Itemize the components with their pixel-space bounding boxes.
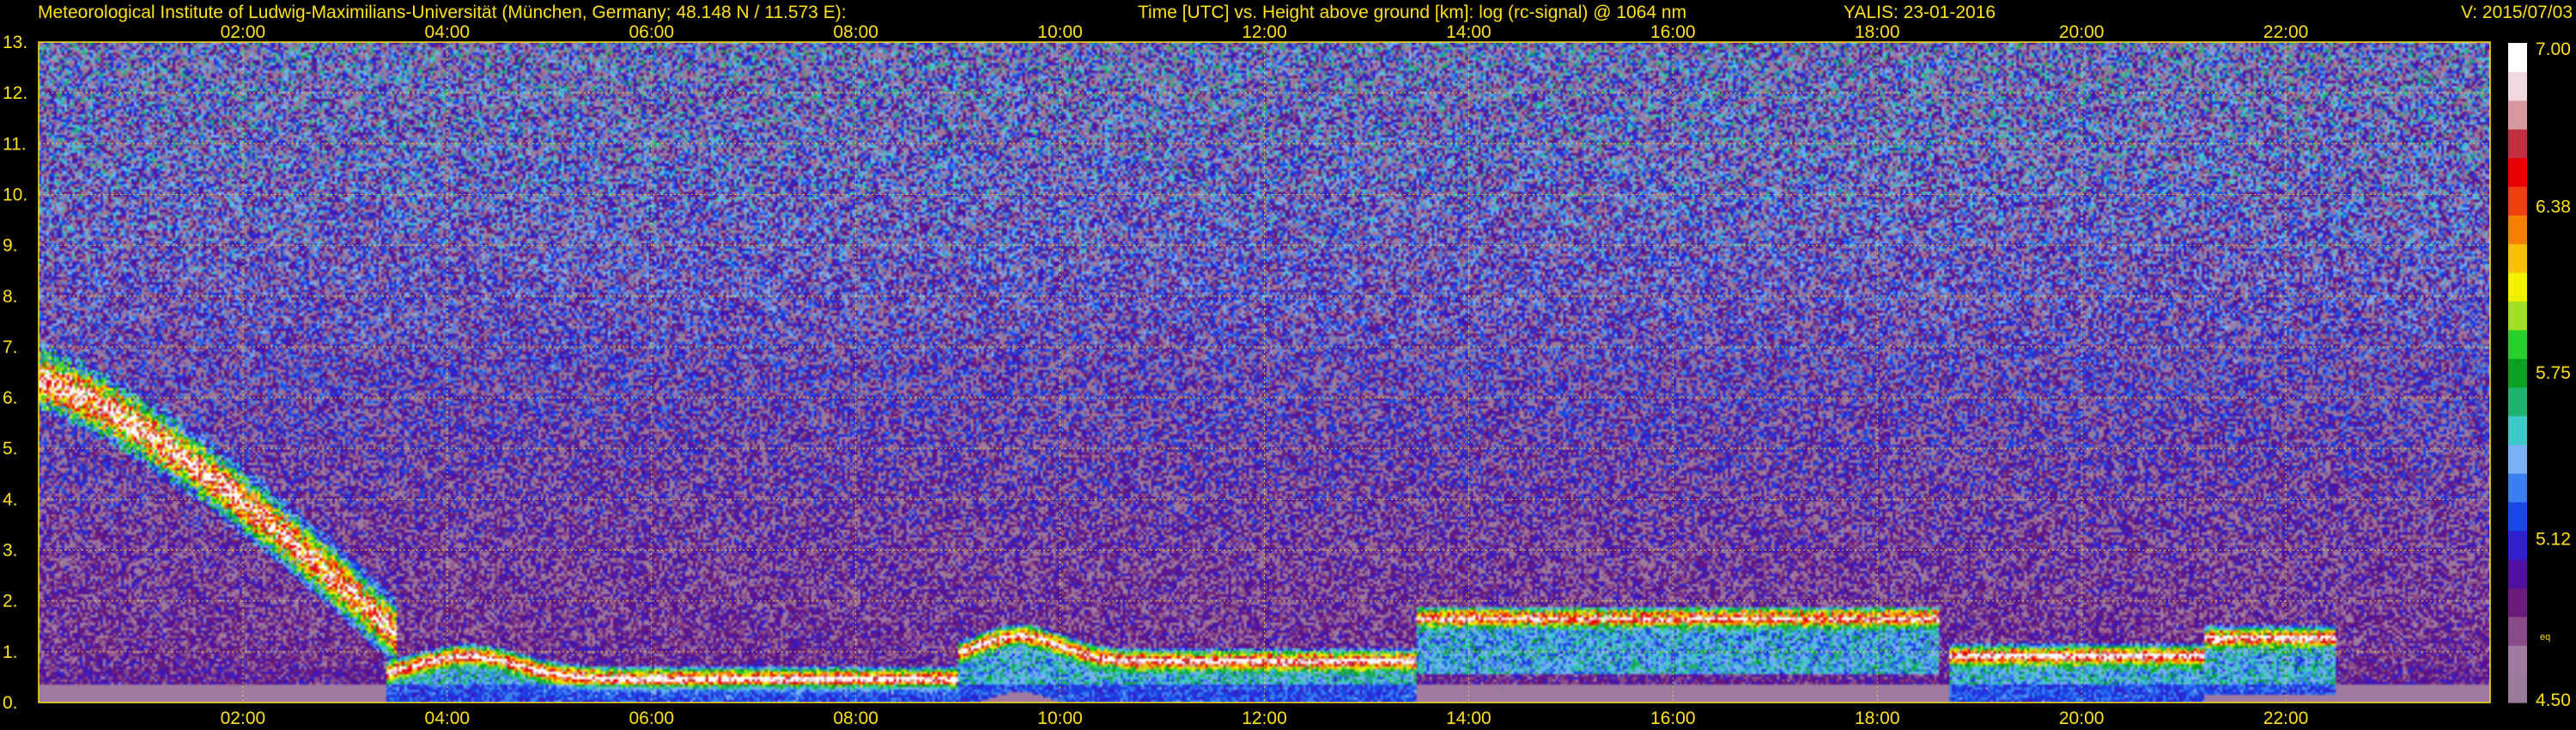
version-label: V: 2015/07/03 [2461, 3, 2573, 22]
colorbar-swatch [2508, 587, 2527, 617]
x-tick-label-top: 06:00 [629, 22, 674, 42]
x-tick-label-top: 18:00 [1855, 22, 1900, 42]
y-tick-label: 9. [3, 236, 18, 256]
colorbar-swatch [2508, 100, 2527, 130]
x-tick-label-bottom: 02:00 [221, 709, 266, 728]
colorbar-swatch [2508, 444, 2527, 474]
y-tick-label: 7. [3, 338, 18, 357]
colorbar-swatch [2508, 416, 2527, 446]
colorbar-swatch [2508, 329, 2527, 359]
colorbar-tick-label: 5.75 [2536, 363, 2571, 383]
y-tick-label: 1. [3, 642, 18, 662]
x-tick-label-top: 14:00 [1446, 22, 1492, 42]
x-tick-label-bottom: 12:00 [1242, 709, 1287, 728]
colorbar-swatch [2508, 157, 2527, 187]
colorbar-swatch [2508, 530, 2527, 560]
colorbar-swatch [2508, 358, 2527, 388]
colorbar-swatch [2508, 472, 2527, 502]
x-tick-label-bottom: 10:00 [1037, 709, 1083, 728]
colorbar-tick-label: 4.50 [2536, 690, 2571, 710]
colorbar-tick-label: 5.12 [2536, 530, 2571, 550]
colorbar-unit-label: eq [2540, 632, 2550, 642]
x-tick-label-top: 22:00 [2263, 22, 2309, 42]
x-tick-label-bottom: 20:00 [2059, 709, 2105, 728]
colorbar-swatch [2508, 243, 2527, 273]
colorbar-swatch [2508, 43, 2527, 72]
x-tick-label-top: 10:00 [1037, 22, 1083, 42]
x-tick-label-bottom: 14:00 [1446, 709, 1492, 728]
colorbar-swatch [2508, 645, 2527, 675]
x-tick-label-top: 20:00 [2059, 22, 2105, 42]
colorbar-swatch [2508, 386, 2527, 417]
colorbar-swatch [2508, 186, 2527, 216]
colorbar-swatch [2508, 71, 2527, 101]
y-tick-label: 10. [3, 185, 27, 204]
colorbar-tick-label: 6.38 [2536, 197, 2571, 216]
y-tick-label: 13. [3, 33, 27, 52]
colorbar-swatch [2508, 673, 2527, 703]
x-tick-label-top: 04:00 [425, 22, 471, 42]
x-tick-label-bottom: 18:00 [1855, 709, 1900, 728]
colorbar-swatch [2508, 272, 2527, 302]
x-tick-label-bottom: 22:00 [2263, 709, 2309, 728]
backscatter-plot-area [38, 41, 2491, 703]
y-tick-label: 3. [3, 541, 18, 561]
colorbar-swatch [2508, 559, 2527, 589]
colorbar-swatch [2508, 301, 2527, 331]
y-tick-label: 4. [3, 490, 18, 509]
x-tick-label-bottom: 08:00 [833, 709, 878, 728]
x-tick-label-top: 12:00 [1242, 22, 1287, 42]
chart-title: Time [UTC] vs. Height above ground [km]:… [1138, 3, 1686, 22]
x-tick-label-top: 08:00 [833, 22, 878, 42]
y-tick-label: 2. [3, 592, 18, 611]
colorbar-swatches [2508, 43, 2527, 703]
x-tick-label-bottom: 16:00 [1650, 709, 1696, 728]
y-tick-label: 0. [3, 693, 18, 713]
instrument-date: YALIS: 23-01-2016 [1844, 3, 1996, 22]
y-tick-label: 6. [3, 388, 18, 408]
colorbar-tick-label: 7.00 [2536, 40, 2571, 59]
colorbar-swatch [2508, 129, 2527, 159]
x-tick-label-top: 02:00 [221, 22, 266, 42]
colorbar-swatch [2508, 616, 2527, 646]
y-tick-label: 5. [3, 439, 18, 459]
x-tick-label-bottom: 06:00 [629, 709, 674, 728]
institute-title: Meteorological Institute of Ludwig-Maxim… [38, 3, 847, 22]
colorbar-swatch [2508, 502, 2527, 532]
y-tick-label: 8. [3, 287, 18, 307]
x-tick-label-bottom: 04:00 [425, 709, 471, 728]
y-tick-label: 12. [3, 83, 27, 103]
y-tick-label: 11. [3, 134, 27, 154]
lidar-figure: 02:00 04:00 06:00 08:00 10:00 12:00 14:00 16:00… [0, 0, 2576, 730]
colorbar-swatch [2508, 215, 2527, 245]
x-tick-label-top: 16:00 [1650, 22, 1696, 42]
